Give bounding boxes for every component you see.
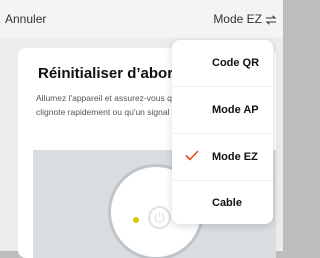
mode-dropdown-menu: Code QR Mode AP Mode EZ Cable (172, 40, 273, 224)
power-icon (148, 206, 171, 229)
cancel-button[interactable]: Annuler (5, 12, 46, 26)
menu-item-cable[interactable]: Cable (172, 180, 273, 224)
mode-switch-label: Mode EZ (213, 12, 262, 26)
mode-switch-button[interactable]: Mode EZ (213, 12, 277, 26)
checkmark-icon (185, 150, 199, 164)
header-bar: Annuler Mode EZ (0, 0, 283, 38)
menu-item-mode-ez[interactable]: Mode EZ (172, 134, 273, 180)
menu-item-label: Mode AP (212, 104, 259, 116)
screen: Annuler Mode EZ Réinitialiser d’abord Al… (0, 0, 283, 258)
card-title: Réinitialiser d’abord (38, 65, 183, 82)
led-indicator (133, 217, 139, 223)
menu-item-label: Cable (212, 197, 242, 209)
menu-item-label: Code QR (212, 57, 260, 69)
swap-arrows-icon (265, 14, 277, 25)
menu-item-label: Mode EZ (212, 151, 258, 163)
menu-item-code-qr[interactable]: Code QR (172, 40, 273, 86)
menu-item-mode-ap[interactable]: Mode AP (172, 87, 273, 133)
